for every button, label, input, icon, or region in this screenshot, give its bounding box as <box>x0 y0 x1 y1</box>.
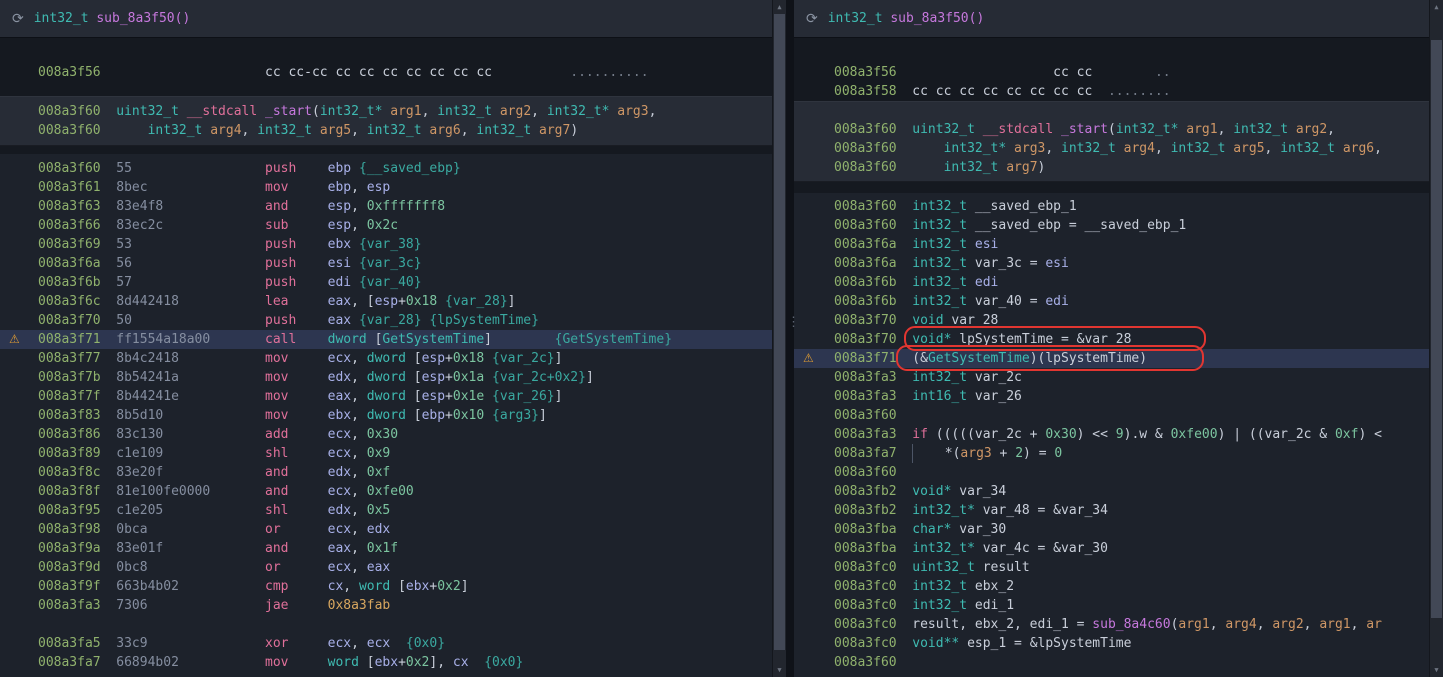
code-row[interactable]: 008a3f63 83e4f8 and esp, 0xfffffff8 <box>0 197 786 216</box>
code-row[interactable]: 008a3f6a 56 push esi {var_3c} <box>0 254 786 273</box>
code-row[interactable]: 008a3f66 83ec2c sub esp, 0x2c <box>0 216 786 235</box>
left-section-plain: 008a3f56 cc cc-cc cc cc cc cc cc cc cc .… <box>0 38 786 96</box>
warning-icon: ⚠ <box>9 330 20 349</box>
code-row[interactable]: 008a3fc0 int32_t edi_1 <box>794 596 1443 615</box>
scroll-up-arrow[interactable]: ▲ <box>773 0 786 14</box>
code-row[interactable]: 008a3f9f 663b4b02 cmp cx, word [ebx+0x2] <box>0 577 786 596</box>
code-row-selected[interactable]: ⚠008a3f71 ff1554a18a00 call dword [GetSy… <box>0 330 786 349</box>
function-return-type: int32_t <box>34 11 89 26</box>
right-section-sig: 008a3f60 uint32_t __stdcall _start(int32… <box>794 101 1443 182</box>
function-return-type: int32_t <box>828 11 883 26</box>
vertical-scrollbar[interactable]: ▲ ▼ <box>1429 0 1443 677</box>
code-row[interactable]: 008a3f6b int32_t edi <box>794 273 1443 292</box>
code-row[interactable]: 008a3f6c 8d442418 lea eax, [esp+0x18 {va… <box>0 292 786 311</box>
code-row[interactable]: 008a3fb2 int32_t* var_48 = &var_34 <box>794 501 1443 520</box>
code-row[interactable]: 008a3f89 c1e109 shl ecx, 0x9 <box>0 444 786 463</box>
scroll-up-arrow[interactable]: ▲ <box>1430 0 1443 14</box>
code-row[interactable]: 008a3fa3 if (((((var_2c + 0x30) << 9).w … <box>794 425 1443 444</box>
code-row[interactable]: 008a3f60 int32_t arg4, int32_t arg5, int… <box>0 121 786 140</box>
code-row[interactable]: 008a3f8c 83e20f and edx, 0xf <box>0 463 786 482</box>
code-row[interactable]: 008a3fc0 uint32_t result <box>794 558 1443 577</box>
code-row[interactable]: 008a3f6b int32_t var_40 = edi <box>794 292 1443 311</box>
code-row[interactable]: 008a3fa3 int32_t var_2c <box>794 368 1443 387</box>
code-row[interactable]: 008a3f95 c1e205 shl edx, 0x5 <box>0 501 786 520</box>
function-name: sub_8a3f50() <box>96 11 190 26</box>
code-row[interactable]: 008a3fba int32_t* var_4c = &var_30 <box>794 539 1443 558</box>
code-row[interactable]: 008a3f56 cc cc .. <box>794 63 1443 82</box>
panel-splitter[interactable]: ⋮ <box>786 0 794 677</box>
disassembly-function-header: ⟳ int32_t sub_8a3f50() <box>0 0 786 38</box>
scroll-down-arrow[interactable]: ▼ <box>773 663 786 677</box>
code-row[interactable]: 008a3f9d 0bc8 or ecx, eax <box>0 558 786 577</box>
right-section-body: 008a3f60 int32_t __saved_ebp_1008a3f60 i… <box>794 193 1443 677</box>
code-row[interactable]: 008a3f9a 83e01f and eax, 0x1f <box>0 539 786 558</box>
left-section-body: 008a3f60 55 push ebp {__saved_ebp}008a3f… <box>0 154 786 677</box>
code-row[interactable]: 008a3f60 <box>794 653 1443 672</box>
scroll-down-arrow[interactable]: ▼ <box>1430 663 1443 677</box>
code-row[interactable]: 008a3fc0 result, ebx_2, edi_1 = sub_8a4c… <box>794 615 1443 634</box>
code-row[interactable]: 008a3f58 cc cc cc cc cc cc cc cc .......… <box>794 82 1443 101</box>
decompiler-listing: 008a3f56 cc cc ..008a3f58 cc cc cc cc cc… <box>794 38 1443 677</box>
splitter-handle-icon[interactable]: ⋮ <box>787 318 800 327</box>
code-row[interactable]: 008a3f6a int32_t esi <box>794 235 1443 254</box>
scrollbar-thumb[interactable] <box>1431 40 1442 618</box>
code-row[interactable]: 008a3f60 55 push ebp {__saved_ebp} <box>0 159 786 178</box>
code-row[interactable]: 008a3f7f 8b44241e mov eax, dword [esp+0x… <box>0 387 786 406</box>
code-row[interactable]: 008a3f61 8bec mov ebp, esp <box>0 178 786 197</box>
code-row[interactable]: 008a3fba char* var_30 <box>794 520 1443 539</box>
disassembly-listing: 008a3f56 cc cc-cc cc cc cc cc cc cc cc .… <box>0 38 786 677</box>
code-row[interactable]: 008a3fa3 int16_t var_26 <box>794 387 1443 406</box>
function-name: sub_8a3f50() <box>890 11 984 26</box>
code-row[interactable]: 008a3fa3 7306 jae 0x8a3fab <box>0 596 786 615</box>
code-row[interactable]: 008a3f86 83c130 add ecx, 0x30 <box>0 425 786 444</box>
code-row[interactable]: 008a3f60 int32_t __saved_ebp_1 <box>794 197 1443 216</box>
code-row[interactable]: 008a3f60 int32_t __saved_ebp = __saved_e… <box>794 216 1443 235</box>
refresh-icon[interactable]: ⟳ <box>806 11 818 27</box>
code-row[interactable]: 008a3fa7 66894b02 mov word [ebx+0x2], cx… <box>0 653 786 672</box>
code-row[interactable]: 008a3fb2 void* var_34 <box>794 482 1443 501</box>
code-row[interactable]: 008a3f6b 57 push edi {var_40} <box>0 273 786 292</box>
code-row[interactable]: 008a3f60 uint32_t __stdcall _start(int32… <box>0 102 786 121</box>
code-row[interactable]: 008a3fa7 *(arg3 + 2) = 0 <box>794 444 1443 463</box>
code-row[interactable]: 008a3f70 50 push eax {var_28} {lpSystemT… <box>0 311 786 330</box>
code-row[interactable]: 008a3f60 <box>794 406 1443 425</box>
left-section-sig: 008a3f60 uint32_t __stdcall _start(int32… <box>0 96 786 146</box>
code-row[interactable] <box>0 615 786 634</box>
code-row[interactable]: 008a3f6a int32_t var_3c = esi <box>794 254 1443 273</box>
right-section-plain: 008a3f56 cc cc ..008a3f58 cc cc cc cc cc… <box>794 38 1443 101</box>
code-row-selected[interactable]: ⚠008a3f71 (&GetSystemTime)(lpSystemTime) <box>794 349 1443 368</box>
decompiler-function-header: ⟳ int32_t sub_8a3f50() <box>794 0 1443 38</box>
vertical-scrollbar[interactable]: ▲ ▼ <box>772 0 786 677</box>
code-row[interactable]: 008a3f98 0bca or ecx, edx <box>0 520 786 539</box>
code-row[interactable]: 008a3f77 8b4c2418 mov ecx, dword [esp+0x… <box>0 349 786 368</box>
code-row[interactable]: 008a3fa5 33c9 xor ecx, ecx {0x0} <box>0 634 786 653</box>
code-row[interactable]: 008a3f69 53 push ebx {var_38} <box>0 235 786 254</box>
code-row[interactable]: 008a3f60 int32_t* arg3, int32_t arg4, in… <box>794 139 1443 158</box>
code-row[interactable]: 008a3f60 int32_t arg7) <box>794 158 1443 177</box>
code-row[interactable]: 008a3f8f 81e100fe0000 and ecx, 0xfe00 <box>0 482 786 501</box>
code-row[interactable]: 008a3f60 uint32_t __stdcall _start(int32… <box>794 120 1443 139</box>
disassembly-panel: ⟳ int32_t sub_8a3f50() 008a3f56 cc cc-cc … <box>0 0 786 677</box>
decompiler-panel: ⟳int32_t sub_8a3f50() 008a3f56 cc cc ..0… <box>794 0 1443 677</box>
code-row[interactable]: 008a3fc0 void** esp_1 = &lpSystemTime <box>794 634 1443 653</box>
code-row[interactable]: 008a3f83 8b5d10 mov ebx, dword [ebp+0x10… <box>0 406 786 425</box>
code-row[interactable]: 008a3f7b 8b54241a mov edx, dword [esp+0x… <box>0 368 786 387</box>
warning-icon: ⚠ <box>803 349 814 368</box>
code-row[interactable]: 008a3f70 void var_28 <box>794 311 1443 330</box>
code-row[interactable]: 008a3fc0 int32_t ebx_2 <box>794 577 1443 596</box>
scrollbar-thumb[interactable] <box>774 14 785 650</box>
code-row[interactable]: 008a3f56 cc cc-cc cc cc cc cc cc cc cc .… <box>0 63 786 82</box>
refresh-icon[interactable]: ⟳ <box>12 11 24 27</box>
code-row[interactable]: 008a3f60 <box>794 463 1443 482</box>
code-row[interactable]: 008a3f70 void* lpSystemTime = &var_28 <box>794 330 1443 349</box>
